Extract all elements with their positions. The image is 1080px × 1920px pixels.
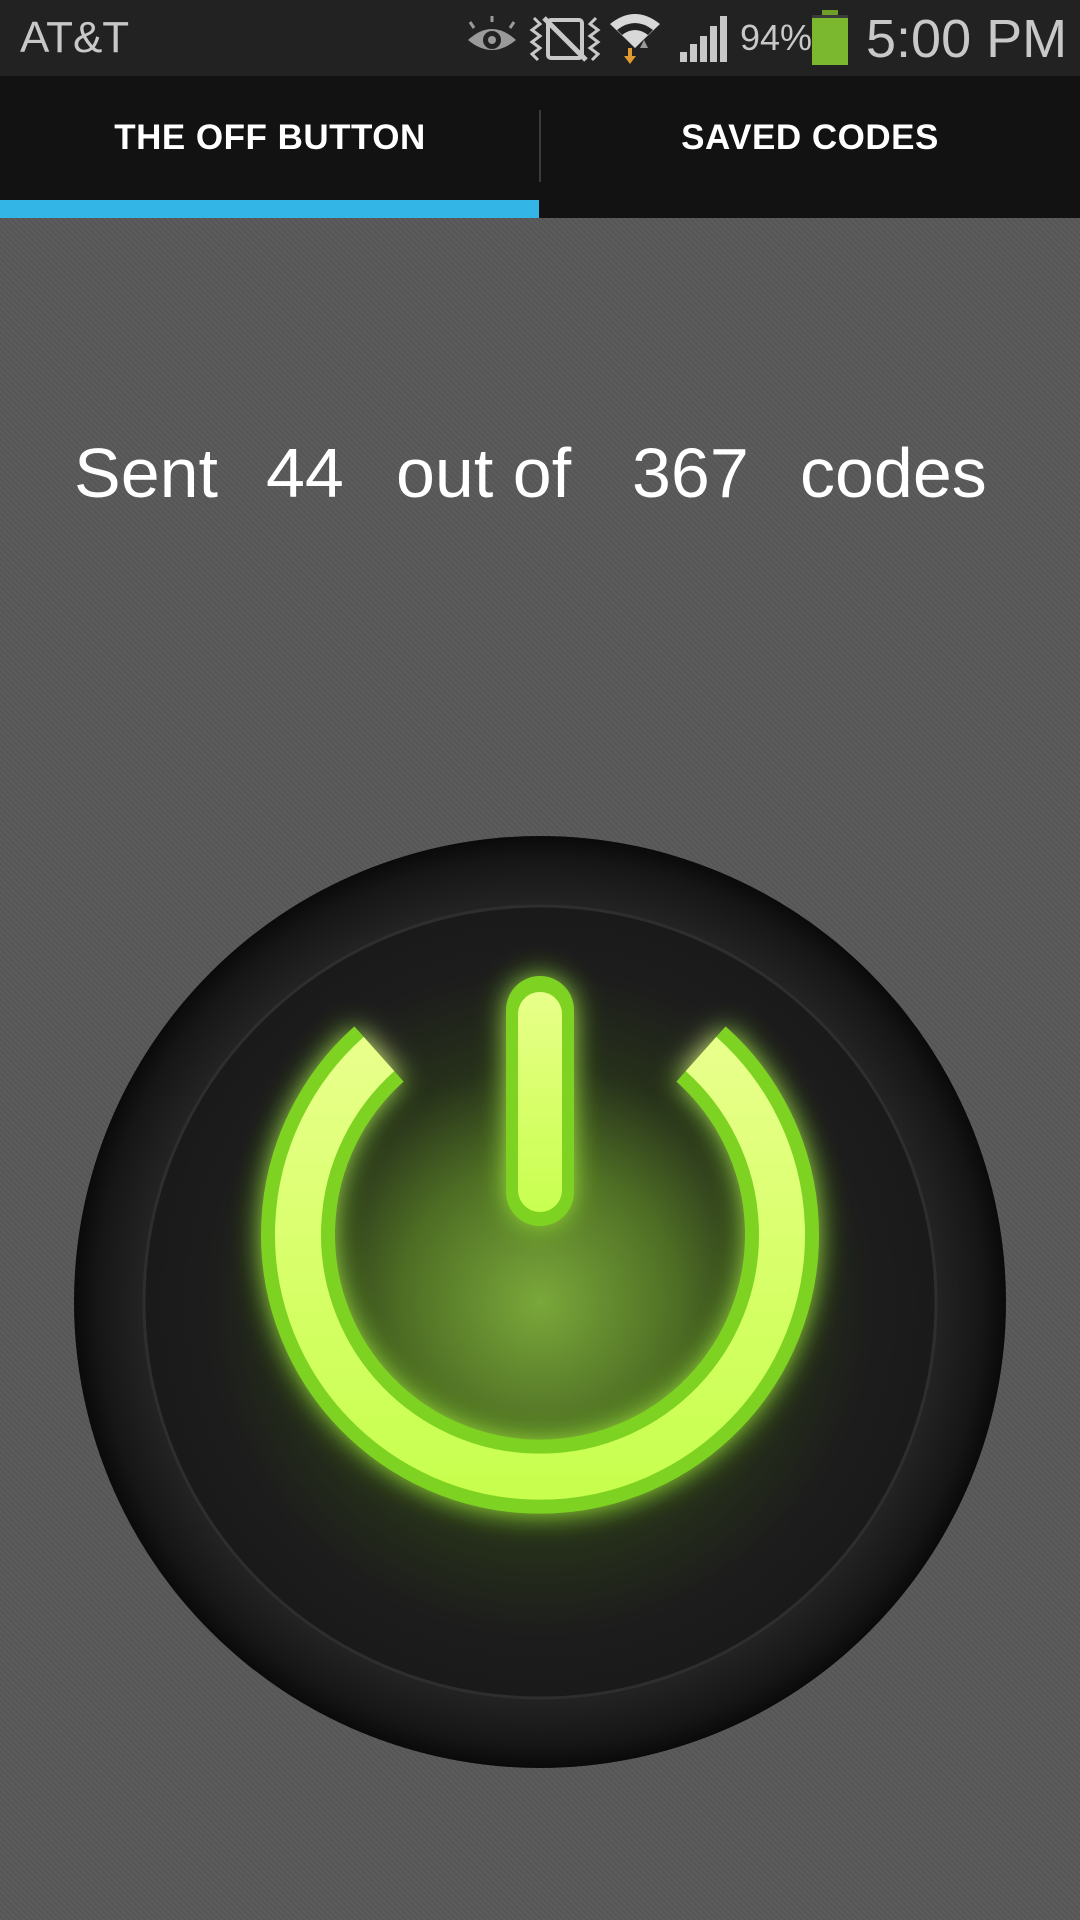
- total-count: 367: [632, 434, 749, 512]
- main-content: Sent 44 out of 367 codes: [0, 218, 1080, 1920]
- tab-bar: THE OFF BUTTON SAVED CODES: [0, 76, 1080, 218]
- sent-count: 44: [266, 434, 344, 512]
- wifi-icon: [610, 14, 660, 64]
- out-of-label: out of: [396, 434, 572, 512]
- signal-icon: [680, 16, 727, 62]
- status-bar: AT&T 94% 5:00 PM: [0, 0, 1080, 76]
- eye-icon: [468, 16, 516, 50]
- tab-label: SAVED CODES: [681, 118, 939, 157]
- sent-label: Sent: [74, 434, 218, 512]
- progress-status: Sent 44 out of 367 codes: [0, 428, 1080, 518]
- codes-label: codes: [800, 434, 987, 512]
- tab-saved-codes[interactable]: SAVED CODES: [540, 76, 1080, 218]
- carrier-name: AT&T: [20, 13, 130, 62]
- vibrate-muted-icon: [529, 16, 601, 62]
- app-screen: AT&T 94% 5:00 PM THE OFF BUTTON SAVED CO…: [0, 0, 1080, 1920]
- battery-icon: [812, 10, 848, 65]
- power-icon: [74, 836, 1006, 1768]
- selected-tab-indicator: [0, 200, 539, 218]
- power-button[interactable]: [74, 836, 1006, 1768]
- battery-percent: 94%: [740, 17, 813, 58]
- clock: 5:00 PM: [866, 9, 1068, 69]
- tab-label: THE OFF BUTTON: [114, 118, 426, 157]
- tab-the-off-button[interactable]: THE OFF BUTTON: [0, 76, 540, 218]
